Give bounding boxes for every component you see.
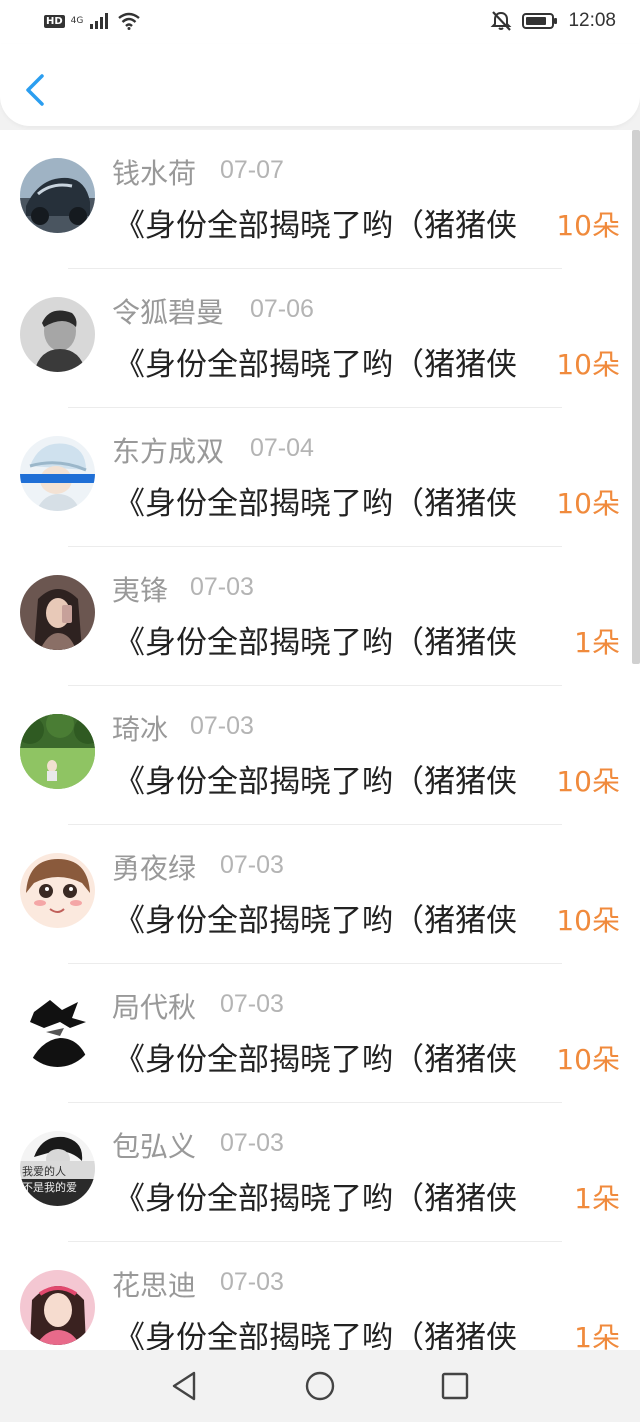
sender-name: 钱水荷 bbox=[112, 157, 197, 190]
circle-home-icon bbox=[305, 1371, 335, 1401]
status-right: 12:08 bbox=[490, 10, 616, 32]
portrait-bw-avatar-image bbox=[20, 297, 95, 372]
header bbox=[0, 44, 640, 126]
gift-date: 07-03 bbox=[190, 712, 254, 740]
gift-title: 《身份全部揭晓了哟（猪猪侠 bbox=[114, 486, 517, 522]
sender-name: 琦冰 bbox=[112, 713, 169, 746]
avatar[interactable] bbox=[20, 853, 95, 928]
status-left: HD 4G bbox=[44, 12, 141, 30]
sender-name: 东方成双 bbox=[112, 435, 225, 468]
list-item[interactable]: 东方成双 07-04 《身份全部揭晓了哟（猪猪侠 10朵 bbox=[0, 408, 632, 547]
pink-girl-avatar-image bbox=[20, 1270, 95, 1345]
text-avatar-image: 我爱的人 不是我的爱 bbox=[20, 1131, 95, 1206]
avatar-text-line-1: 我爱的人 bbox=[22, 1164, 66, 1178]
avatar-text-line-2: 不是我的爱 bbox=[22, 1180, 77, 1194]
selfie-avatar-image bbox=[20, 575, 95, 650]
status-bar: HD 4G 12:08 bbox=[0, 0, 640, 44]
park-avatar-image bbox=[20, 714, 95, 789]
avatar[interactable] bbox=[20, 158, 95, 233]
nav-recents-button[interactable] bbox=[437, 1368, 473, 1404]
list-item[interactable]: 琦冰 07-03 《身份全部揭晓了哟（猪猪侠 10朵 bbox=[0, 686, 632, 825]
gift-amount: 10朵 bbox=[556, 904, 620, 937]
gift-date: 07-04 bbox=[250, 434, 314, 462]
avatar[interactable] bbox=[20, 992, 95, 1067]
gift-amount: 10朵 bbox=[556, 348, 620, 381]
status-time: 12:08 bbox=[568, 10, 616, 31]
car-avatar-image bbox=[20, 158, 95, 233]
sender-name: 令狐碧曼 bbox=[112, 296, 225, 329]
nav-back-button[interactable] bbox=[166, 1368, 202, 1404]
sender-name: 花思迪 bbox=[112, 1269, 197, 1302]
chevron-left-icon bbox=[26, 74, 44, 106]
avatar[interactable]: 我爱的人 不是我的爱 bbox=[20, 1131, 95, 1206]
list-item[interactable]: 夷锋 07-03 《身份全部揭晓了哟（猪猪侠 1朵 bbox=[0, 547, 632, 686]
battery-icon bbox=[522, 13, 558, 29]
gift-date: 07-03 bbox=[220, 1268, 284, 1296]
avatar[interactable] bbox=[20, 714, 95, 789]
signal-icon bbox=[90, 13, 109, 29]
list-item[interactable]: 令狐碧曼 07-06 《身份全部揭晓了哟（猪猪侠 10朵 bbox=[0, 269, 632, 408]
gift-title: 《身份全部揭晓了哟（猪猪侠 bbox=[114, 764, 517, 800]
gift-date: 07-03 bbox=[190, 573, 254, 601]
gift-title: 《身份全部揭晓了哟（猪猪侠 bbox=[114, 347, 517, 383]
scrollbar[interactable] bbox=[632, 130, 640, 664]
back-button[interactable] bbox=[20, 70, 52, 110]
avatar[interactable] bbox=[20, 297, 95, 372]
gift-amount: 1朵 bbox=[574, 1321, 620, 1350]
sender-name: 局代秋 bbox=[112, 991, 197, 1024]
anime-girl-avatar-image bbox=[20, 853, 95, 928]
sender-name: 夷锋 bbox=[112, 574, 169, 607]
gift-date: 07-07 bbox=[220, 156, 284, 184]
avatar[interactable] bbox=[20, 575, 95, 650]
gift-amount: 10朵 bbox=[556, 209, 620, 242]
gift-amount: 1朵 bbox=[574, 1182, 620, 1215]
gift-title: 《身份全部揭晓了哟（猪猪侠 bbox=[114, 625, 517, 661]
gift-amount: 10朵 bbox=[556, 487, 620, 520]
anime-boy-avatar-image bbox=[20, 992, 95, 1067]
gift-amount: 10朵 bbox=[556, 1043, 620, 1076]
gift-title: 《身份全部揭晓了哟（猪猪侠 bbox=[114, 1320, 517, 1350]
list-item[interactable]: 我爱的人 不是我的爱 包弘义 07-03 《身份全部揭晓了哟（猪猪侠 1朵 bbox=[0, 1103, 632, 1242]
sender-name: 勇夜绿 bbox=[112, 852, 197, 885]
avatar[interactable] bbox=[20, 436, 95, 511]
hd-badge: HD bbox=[44, 14, 65, 28]
navigation-bar bbox=[0, 1350, 640, 1422]
gift-date: 07-03 bbox=[220, 1129, 284, 1157]
gift-title: 《身份全部揭晓了哟（猪猪侠 bbox=[114, 903, 517, 939]
gift-title: 《身份全部揭晓了哟（猪猪侠 bbox=[114, 1042, 517, 1078]
cap-girl-avatar-image bbox=[20, 436, 95, 511]
gift-date: 07-06 bbox=[250, 295, 314, 323]
gift-title: 《身份全部揭晓了哟（猪猪侠 bbox=[114, 208, 517, 244]
list-item[interactable]: 花思迪 07-03 《身份全部揭晓了哟（猪猪侠 1朵 bbox=[0, 1242, 632, 1350]
triangle-back-icon bbox=[172, 1371, 196, 1401]
gift-date: 07-03 bbox=[220, 990, 284, 1018]
avatar[interactable] bbox=[20, 1270, 95, 1345]
network-type: 4G bbox=[70, 15, 84, 26]
gift-amount: 10朵 bbox=[556, 765, 620, 798]
square-recents-icon bbox=[441, 1372, 469, 1400]
gift-date: 07-03 bbox=[220, 851, 284, 879]
wifi-icon bbox=[118, 12, 141, 30]
gift-amount: 1朵 bbox=[574, 626, 620, 659]
gift-title: 《身份全部揭晓了哟（猪猪侠 bbox=[114, 1181, 517, 1217]
list-item[interactable]: 局代秋 07-03 《身份全部揭晓了哟（猪猪侠 10朵 bbox=[0, 964, 632, 1103]
list-item[interactable]: 勇夜绿 07-03 《身份全部揭晓了哟（猪猪侠 10朵 bbox=[0, 825, 632, 964]
bell-off-icon bbox=[491, 11, 512, 31]
nav-home-button[interactable] bbox=[302, 1368, 338, 1404]
sender-name: 包弘义 bbox=[112, 1130, 197, 1163]
list-item[interactable]: 钱水荷 07-07 《身份全部揭晓了哟（猪猪侠 10朵 bbox=[0, 130, 632, 269]
gift-list[interactable]: 钱水荷 07-07 《身份全部揭晓了哟（猪猪侠 10朵 令狐碧曼 07-06 《… bbox=[0, 130, 640, 1350]
